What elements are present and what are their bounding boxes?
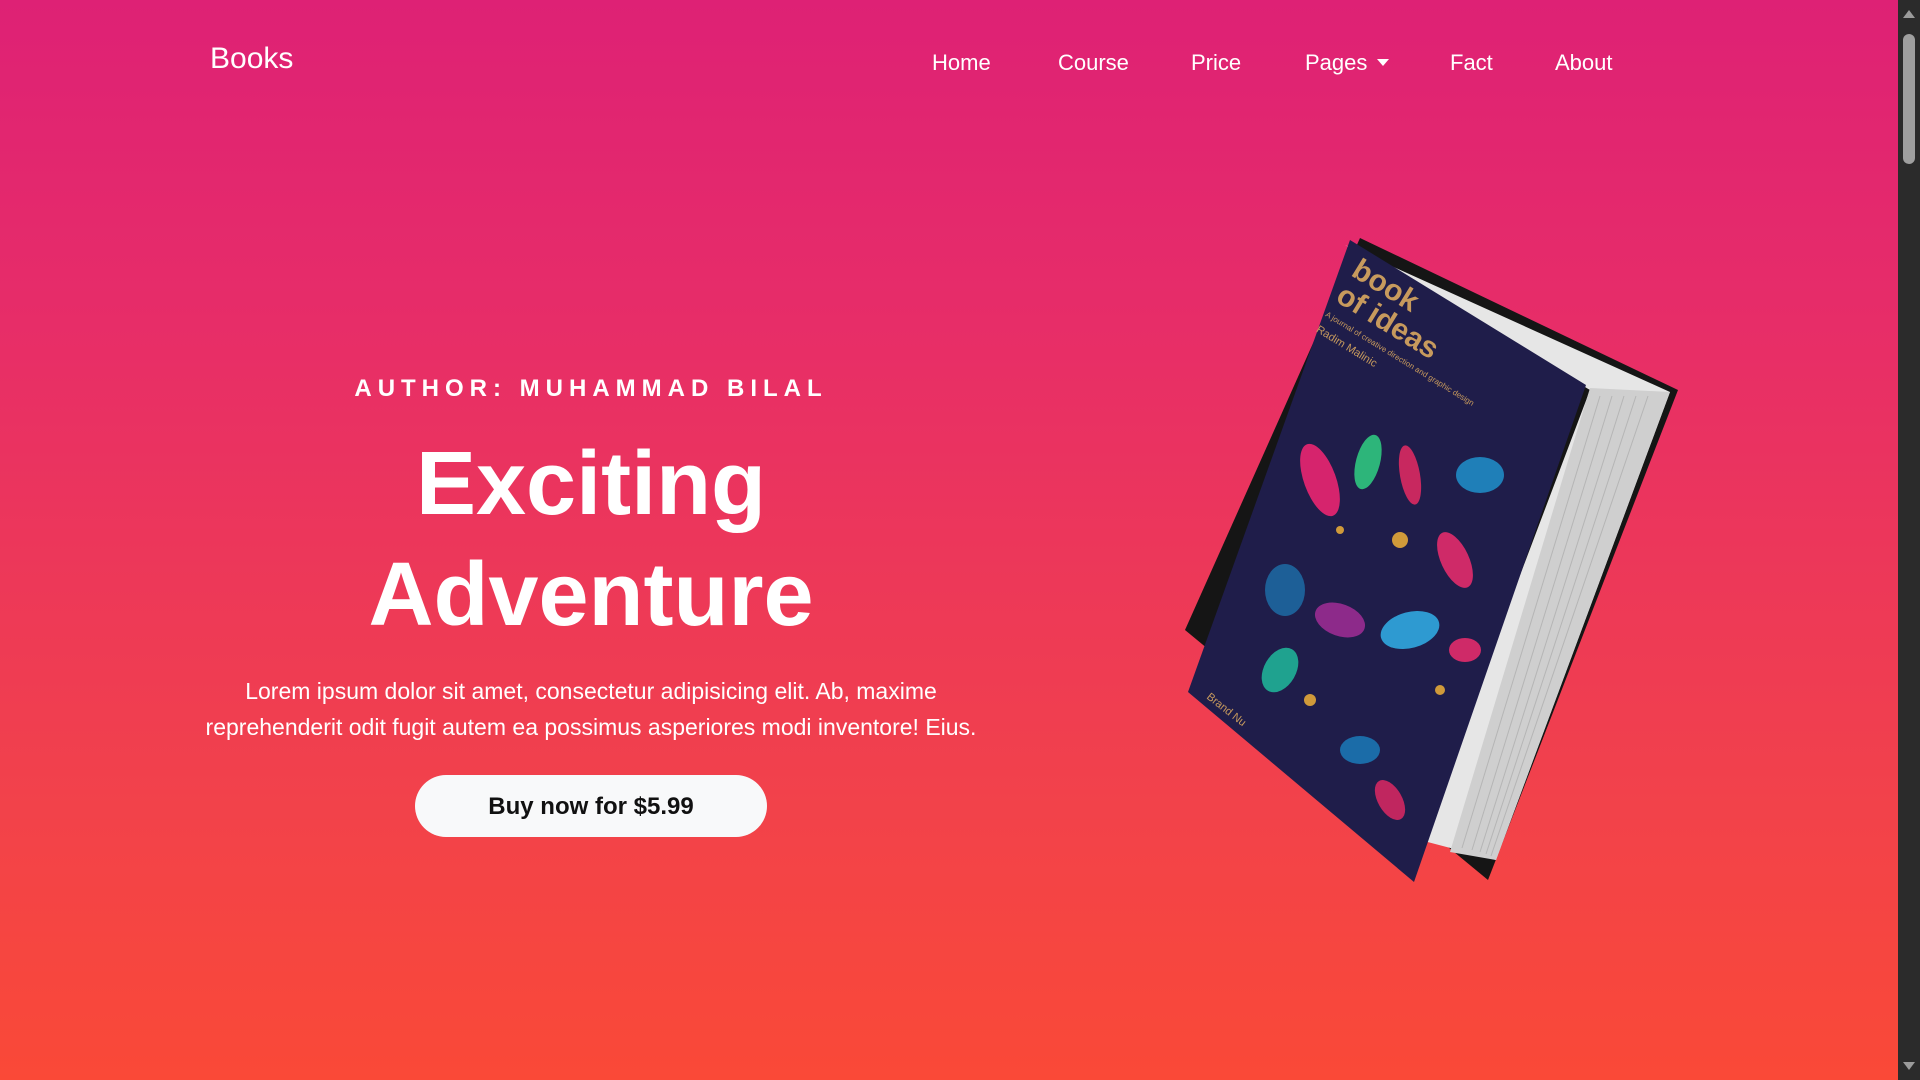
hero-description: Lorem ipsum dolor sit amet, consectetur … [150, 673, 1032, 745]
book-image: book of ideas A journal of creative dire… [1180, 230, 1700, 890]
scrollbar-thumb[interactable] [1903, 34, 1915, 164]
navbar: Books Home Course Price Pages Fact About [0, 0, 1898, 126]
buy-now-button[interactable]: Buy now for $5.99 [415, 775, 767, 837]
hero-description-line2: reprehenderit odit fugit autem ea possim… [205, 714, 977, 740]
scroll-down-arrow-icon[interactable] [1903, 1062, 1915, 1070]
nav-fact[interactable]: Fact [1450, 50, 1493, 76]
nav-pages-label: Pages [1305, 50, 1368, 75]
nav-price[interactable]: Price [1191, 50, 1241, 76]
brand-logo[interactable]: Books [210, 42, 293, 76]
page: Books Home Course Price Pages Fact About… [0, 0, 1920, 1080]
vertical-scrollbar[interactable] [1898, 0, 1920, 1080]
hero-content: AUTHOR: MUHAMMAD BILAL Exciting Adventur… [150, 360, 1032, 837]
book-illustration: book of ideas A journal of creative dire… [1185, 238, 1678, 882]
nav-about[interactable]: About [1555, 50, 1613, 76]
nav-pages-dropdown[interactable]: Pages [1305, 50, 1390, 76]
nav-course[interactable]: Course [1058, 50, 1129, 76]
nav-home[interactable]: Home [932, 50, 991, 76]
hero-title-line1: Exciting [415, 434, 767, 534]
author-label: AUTHOR: MUHAMMAD BILAL [354, 375, 828, 402]
scroll-up-arrow-icon[interactable] [1903, 10, 1915, 18]
hero-description-line1: Lorem ipsum dolor sit amet, consectetur … [245, 678, 937, 704]
caret-down-icon [1377, 59, 1390, 66]
hero-title: Exciting Adventure [150, 429, 1032, 651]
hero-title-line2: Adventure [368, 545, 814, 645]
